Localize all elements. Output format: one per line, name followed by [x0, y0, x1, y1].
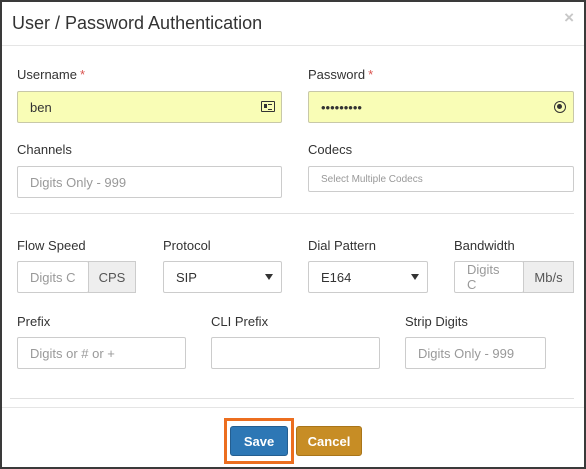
username-value: ben: [30, 99, 52, 115]
flow-speed-label: Flow Speed: [17, 238, 86, 253]
username-label: Username *: [17, 67, 85, 82]
required-mark: *: [368, 67, 374, 82]
prefix-placeholder: Digits or # or +: [30, 345, 115, 361]
codecs-multiselect[interactable]: Select Multiple Codecs: [308, 166, 574, 192]
dialog-title: User / Password Authentication: [12, 13, 263, 33]
password-label-text: Password: [308, 67, 366, 82]
prefix-input[interactable]: Digits or # or +: [17, 337, 186, 369]
mbps-addon: Mb/s: [523, 261, 574, 293]
dialog-header: User / Password Authentication ×: [2, 2, 584, 46]
channels-label: Channels: [17, 142, 72, 157]
cli-prefix-label: CLI Prefix: [211, 314, 269, 329]
chevron-down-icon: [411, 274, 419, 280]
bandwidth-input[interactable]: Digits C: [454, 261, 524, 293]
password-label: Password *: [308, 67, 373, 82]
key-icon: [554, 101, 566, 113]
password-field[interactable]: •••••••••: [308, 91, 574, 123]
strip-digits-label: Strip Digits: [405, 314, 468, 329]
password-value: •••••••••: [321, 99, 362, 115]
channels-input[interactable]: Digits Only - 999: [17, 166, 282, 198]
close-button[interactable]: ×: [564, 9, 574, 26]
strip-digits-placeholder: Digits Only - 999: [418, 345, 515, 361]
cps-addon: CPS: [88, 261, 136, 293]
protocol-select[interactable]: SIP: [163, 261, 282, 293]
cli-prefix-input[interactable]: [211, 337, 380, 369]
strip-digits-input[interactable]: Digits Only - 999: [405, 337, 546, 369]
dial-pattern-label: Dial Pattern: [308, 238, 376, 253]
codecs-label: Codecs: [308, 142, 353, 157]
cancel-button[interactable]: Cancel: [296, 426, 362, 456]
protocol-value: SIP: [176, 269, 197, 285]
id-card-icon: [261, 101, 275, 112]
flow-speed-placeholder: Digits C: [30, 269, 76, 285]
required-mark: *: [79, 67, 86, 82]
footer-divider: [2, 407, 584, 408]
username-field[interactable]: ben: [17, 91, 282, 123]
prefix-label: Prefix: [17, 314, 51, 329]
save-button[interactable]: Save: [230, 426, 288, 456]
bandwidth-label: Bandwidth: [454, 238, 515, 253]
codecs-placeholder: Select Multiple Codecs: [321, 173, 423, 185]
section-divider: [10, 398, 574, 399]
channels-placeholder: Digits Only - 999: [30, 174, 127, 190]
username-label-text: Username: [17, 67, 77, 82]
auth-dialog: User / Password Authentication × Usernam…: [0, 0, 586, 469]
dial-pattern-value: E164: [321, 269, 352, 285]
section-divider: [10, 213, 574, 214]
bandwidth-placeholder: Digits C: [467, 262, 500, 292]
dial-pattern-select[interactable]: E164: [308, 261, 428, 293]
protocol-label: Protocol: [163, 238, 211, 253]
flow-speed-input[interactable]: Digits C: [17, 261, 89, 293]
chevron-down-icon: [265, 274, 273, 280]
